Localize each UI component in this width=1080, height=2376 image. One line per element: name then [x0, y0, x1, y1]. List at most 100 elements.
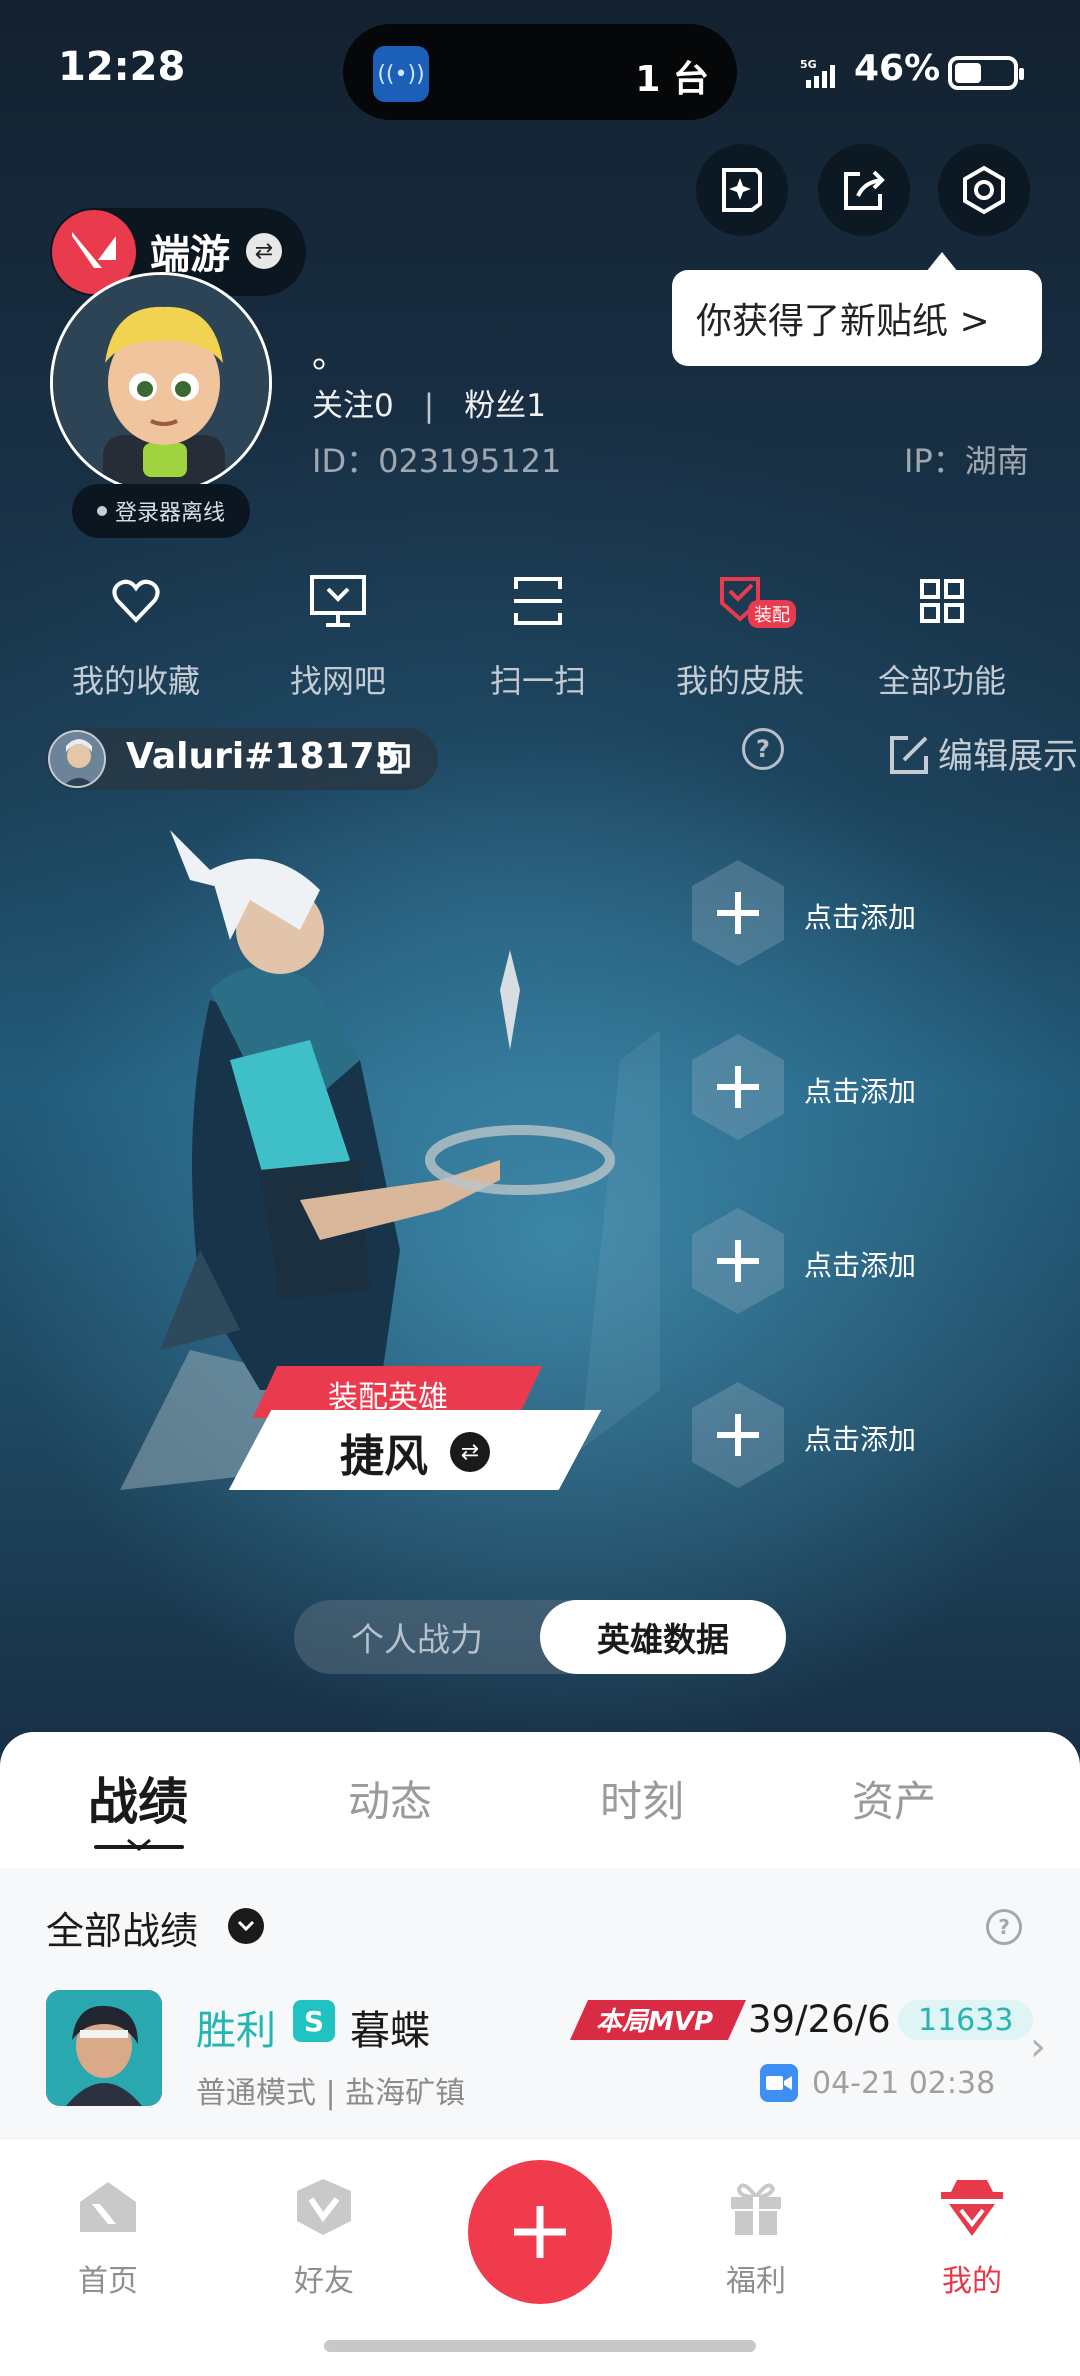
avatar-image [53, 275, 269, 491]
nav-profile[interactable]: 我的 [902, 2172, 1042, 2300]
add-slot-2[interactable] [690, 1032, 786, 1142]
segment-personal-power[interactable]: 个人战力 [294, 1600, 540, 1674]
hero-name: 捷风 [340, 1431, 428, 1482]
nav-benefits[interactable]: 福利 [686, 2172, 826, 2300]
create-post-button[interactable] [468, 2160, 612, 2304]
agent-portrait [46, 1990, 162, 2106]
status-dot [96, 506, 107, 516]
login-status-text: 登录器离线 [114, 501, 225, 526]
dynamic-island[interactable]: ((•)) 1 台 [343, 24, 737, 120]
swap-icon[interactable]: ⇄ [246, 233, 282, 269]
login-status: 登录器离线 [72, 484, 250, 538]
chevron-down-glyph [237, 1920, 255, 1932]
video-record-icon[interactable] [760, 2064, 798, 2102]
add-slot-4[interactable] [690, 1380, 786, 1490]
match-mode: 普通模式 | 盐海矿镇 [196, 2076, 466, 2111]
func-label: 我的收藏 [71, 662, 200, 700]
nickname: 。 [312, 335, 349, 376]
rank-badge: S [293, 2000, 335, 2042]
nav-home[interactable]: 首页 [38, 2172, 178, 2300]
battery-icon [948, 56, 1024, 90]
gift-icon [731, 2183, 781, 2235]
func-scan[interactable]: 扫一扫 [448, 566, 628, 702]
add-slot-3[interactable] [690, 1206, 786, 1316]
scan-icon [514, 577, 562, 625]
copy-icon[interactable] [378, 742, 412, 776]
record-filter[interactable]: 全部战绩 [46, 1900, 198, 1955]
status-time: 12:28 [58, 44, 186, 90]
skin-badge: 装配 [748, 600, 796, 628]
tab-indicator-chevron [127, 1838, 151, 1851]
add-slot-label: 点击添加 [804, 1423, 917, 1456]
chevron-down-icon[interactable] [228, 1908, 264, 1944]
follow-stats[interactable]: 关注0 | 粉丝1 [312, 380, 546, 425]
match-date: 04-21 02:38 [812, 2066, 996, 2101]
home-indicator[interactable] [324, 2340, 756, 2352]
ip-location: IP：湖南 [904, 442, 1029, 480]
edit-display-button[interactable]: 编辑展示 [888, 728, 1078, 779]
add-slot-1[interactable] [690, 858, 786, 968]
nav-label: 福利 [726, 2264, 786, 2299]
riot-id: Valuri#18175 [126, 736, 400, 777]
tab-assets[interactable]: 资产 [794, 1768, 994, 1829]
edit-icon [890, 736, 928, 774]
battery-level [955, 63, 981, 83]
func-find-cafe[interactable]: 找网吧 [248, 566, 428, 702]
tab-moments[interactable]: 时刻 [542, 1768, 742, 1829]
valorant-logo-icon [72, 232, 116, 268]
func-label: 找网吧 [289, 662, 386, 700]
share-button[interactable] [818, 144, 910, 236]
avatar[interactable] [50, 272, 272, 494]
nav-label: 我的 [942, 2264, 1002, 2299]
monitor-icon [310, 575, 366, 627]
func-favorites[interactable]: 我的收藏 [46, 566, 226, 702]
svg-text:5G: 5G [800, 58, 817, 71]
share-icon [844, 170, 885, 210]
func-label: 我的皮肤 [675, 662, 804, 700]
mvp-badge: 本局MVP [570, 2000, 746, 2040]
riot-avatar [48, 730, 106, 788]
segment-hero-data[interactable]: 英雄数据 [540, 1600, 786, 1674]
mvp-label: 本局MVP [596, 2007, 713, 2037]
gear-icon [963, 165, 1005, 215]
follow-count: 0 [374, 388, 394, 424]
friends-icon [297, 2179, 351, 2235]
home-icon [80, 2182, 136, 2232]
new-sticker-tooltip[interactable]: 你获得了新贴纸 > [672, 252, 1042, 366]
island-count: 1 台 [635, 59, 709, 100]
chevron-right-icon[interactable]: › [1030, 2024, 1046, 2070]
nav-label: 好友 [294, 2264, 354, 2299]
add-slot-label: 点击添加 [804, 1249, 917, 1282]
signal-icon: 5G [800, 58, 835, 88]
add-slot-label: 点击添加 [804, 901, 917, 934]
camera-icon [766, 2076, 792, 2090]
sticker-button[interactable] [696, 144, 788, 236]
match-result: 胜利 [196, 2008, 276, 2054]
profile-icon [941, 2180, 1003, 2236]
plus-icon [514, 2206, 566, 2258]
func-all[interactable]: 全部功能 [852, 566, 1032, 702]
nav-label: 首页 [78, 2264, 138, 2299]
match-score: 11633 [898, 2000, 1034, 2040]
follow-label: 关注 [312, 388, 374, 424]
nav-friends[interactable]: 好友 [254, 2172, 394, 2300]
fans-label: 粉丝 [464, 388, 527, 424]
agent-name: 暮蝶 [350, 2008, 430, 2054]
hero-swap-icon[interactable]: ⇄ [450, 1432, 490, 1472]
record-help-icon[interactable]: ? [986, 1909, 1022, 1945]
tab-feed[interactable]: 动态 [290, 1768, 490, 1829]
settings-button[interactable] [938, 144, 1030, 236]
grid-icon [920, 579, 964, 623]
add-slot-label: 点击添加 [804, 1075, 917, 1108]
help-icon[interactable]: ? [742, 728, 784, 770]
func-label: 扫一扫 [489, 662, 586, 700]
battery-percent: 46% [854, 48, 941, 89]
agent-thumbnail [46, 1990, 162, 2106]
sticker-icon [722, 168, 762, 212]
user-id: ID：023195121 [312, 442, 562, 480]
func-my-skins[interactable]: 装配 我的皮肤 [650, 566, 830, 702]
hotspot-icon: ((•)) [373, 46, 429, 102]
kda: 39/26/6 [748, 1998, 891, 2041]
fans-count: 1 [526, 388, 546, 424]
tab-record[interactable]: 战绩 [38, 1762, 238, 1834]
